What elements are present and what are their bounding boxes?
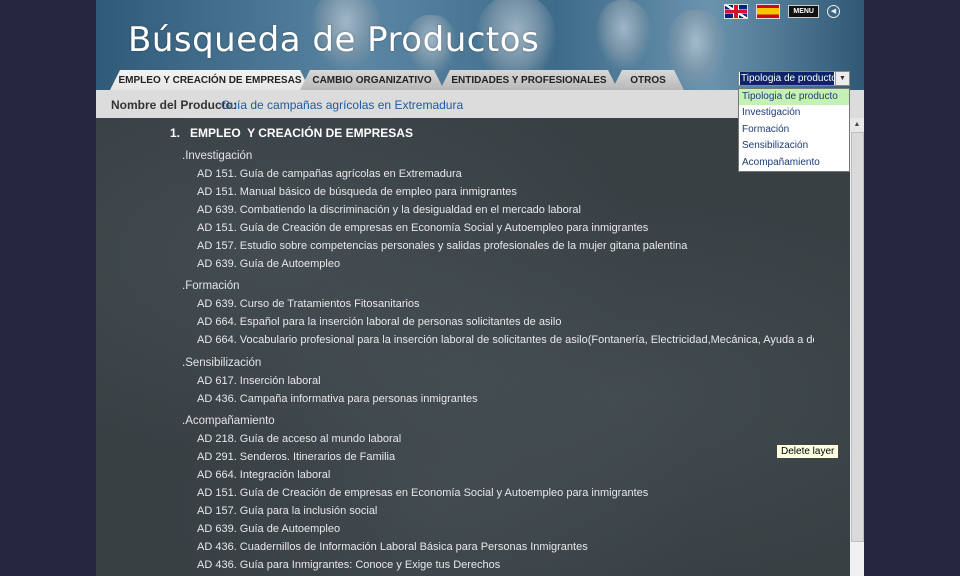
list-item[interactable]: AD 157. Estudio sobre competencias perso… <box>197 240 814 252</box>
vertical-scrollbar[interactable]: ▲ <box>850 118 864 576</box>
list-item[interactable]: AD 151. Guía de campañas agrícolas en Ex… <box>197 168 814 180</box>
list-item[interactable]: AD 436. Cuadernillos de Información Labo… <box>197 541 814 553</box>
list-item[interactable]: AD 664. Integración laboral <box>197 469 814 481</box>
group-title-investigacion: .Investigación <box>182 150 253 162</box>
uk-flag-icon[interactable] <box>724 3 749 19</box>
list-item[interactable]: AD 617. Inserción laboral <box>197 375 814 387</box>
menu-button[interactable]: MENU <box>788 4 819 18</box>
group-title-formacion: .Formación <box>182 280 240 292</box>
group-title-acompanamiento: .Acompañamiento <box>182 415 275 427</box>
option-acompanamiento[interactable]: Acompañamiento <box>739 155 849 171</box>
list-item[interactable]: AD 639. Combatiendo la discriminación y … <box>197 204 814 216</box>
tooltip: Delete layer <box>776 444 840 459</box>
list-item[interactable]: AD 639. Curso de Tratamientos Fitosanita… <box>197 298 814 310</box>
product-name-value[interactable]: Guía de campañas agrícolas en Extremadur… <box>221 98 463 112</box>
group-title-sensibilizacion: .Sensibilización <box>182 357 262 369</box>
list-item[interactable]: AD 151. Guía de Creación de empresas en … <box>197 487 814 499</box>
option-formacion[interactable]: Formación <box>739 122 849 138</box>
product-list: 1. EMPLEO Y CREACIÓN DE EMPRESAS .Invest… <box>96 118 850 576</box>
section-title: 1. EMPLEO Y CREACIÓN DE EMPRESAS <box>170 126 413 140</box>
list-item[interactable]: AD 157. Guía para la inclusión social <box>197 505 814 517</box>
back-arrow-icon[interactable]: ◀ <box>827 4 840 18</box>
option-investigacion[interactable]: Investigación <box>739 105 849 121</box>
page-title: Búsqueda de Productos <box>128 20 540 60</box>
select-value: Tipologia de producto <box>740 72 834 85</box>
list-item[interactable]: AD 436. Guía para Inmigrantes: Conoce y … <box>197 559 814 571</box>
tab-empleo[interactable]: EMPLEO Y CREACIÓN DE EMPRESAS <box>110 70 310 90</box>
list-item[interactable]: AD 639. Guía de Autoempleo <box>197 523 814 535</box>
chevron-down-icon[interactable]: ▼ <box>835 72 849 85</box>
list-item[interactable]: AD 291. Senderos. Itinerarios de Familia <box>197 451 814 463</box>
banner-photo <box>596 0 651 70</box>
list-item[interactable]: AD 218. Guía de acceso al mundo laboral <box>197 433 814 445</box>
tipologia-dropdown: Tipologia de producto Investigación Form… <box>738 88 850 172</box>
scroll-up-icon[interactable]: ▲ <box>850 118 864 132</box>
list-item[interactable]: AD 151. Manual básico de búsqueda de emp… <box>197 186 814 198</box>
list-item[interactable]: AD 664. Español para la inserción labora… <box>197 316 814 328</box>
language-bar: MENU ◀ <box>724 3 840 19</box>
list-item[interactable]: AD 436. Campaña informativa para persona… <box>197 393 814 405</box>
app-frame: Búsqueda de Productos MENU ◀ EMPLEO Y CR… <box>96 0 864 576</box>
list-item[interactable]: AD 151. Guía de Creación de empresas en … <box>197 222 814 234</box>
spain-flag-icon[interactable] <box>756 3 781 19</box>
option-tipologia[interactable]: Tipologia de producto <box>739 89 849 106</box>
tab-cambio-organizativo[interactable]: CAMBIO ORGANIZATIVO <box>300 70 444 90</box>
option-sensibilizacion[interactable]: Sensibilización <box>739 138 849 154</box>
list-item[interactable]: AD 664. Vocabulario profesional para la … <box>197 334 814 346</box>
tab-otros[interactable]: OTROS <box>612 70 684 90</box>
tab-entidades-profesionales[interactable]: ENTIDADES Y PROFESIONALES <box>440 70 618 90</box>
list-item[interactable]: AD 639. Guía de Autoempleo <box>197 258 814 270</box>
scrollbar-thumb[interactable] <box>851 132 864 542</box>
tipologia-select[interactable]: Tipologia de producto ▼ <box>738 71 850 86</box>
product-name-label: Nombre del Producto: <box>111 98 238 112</box>
